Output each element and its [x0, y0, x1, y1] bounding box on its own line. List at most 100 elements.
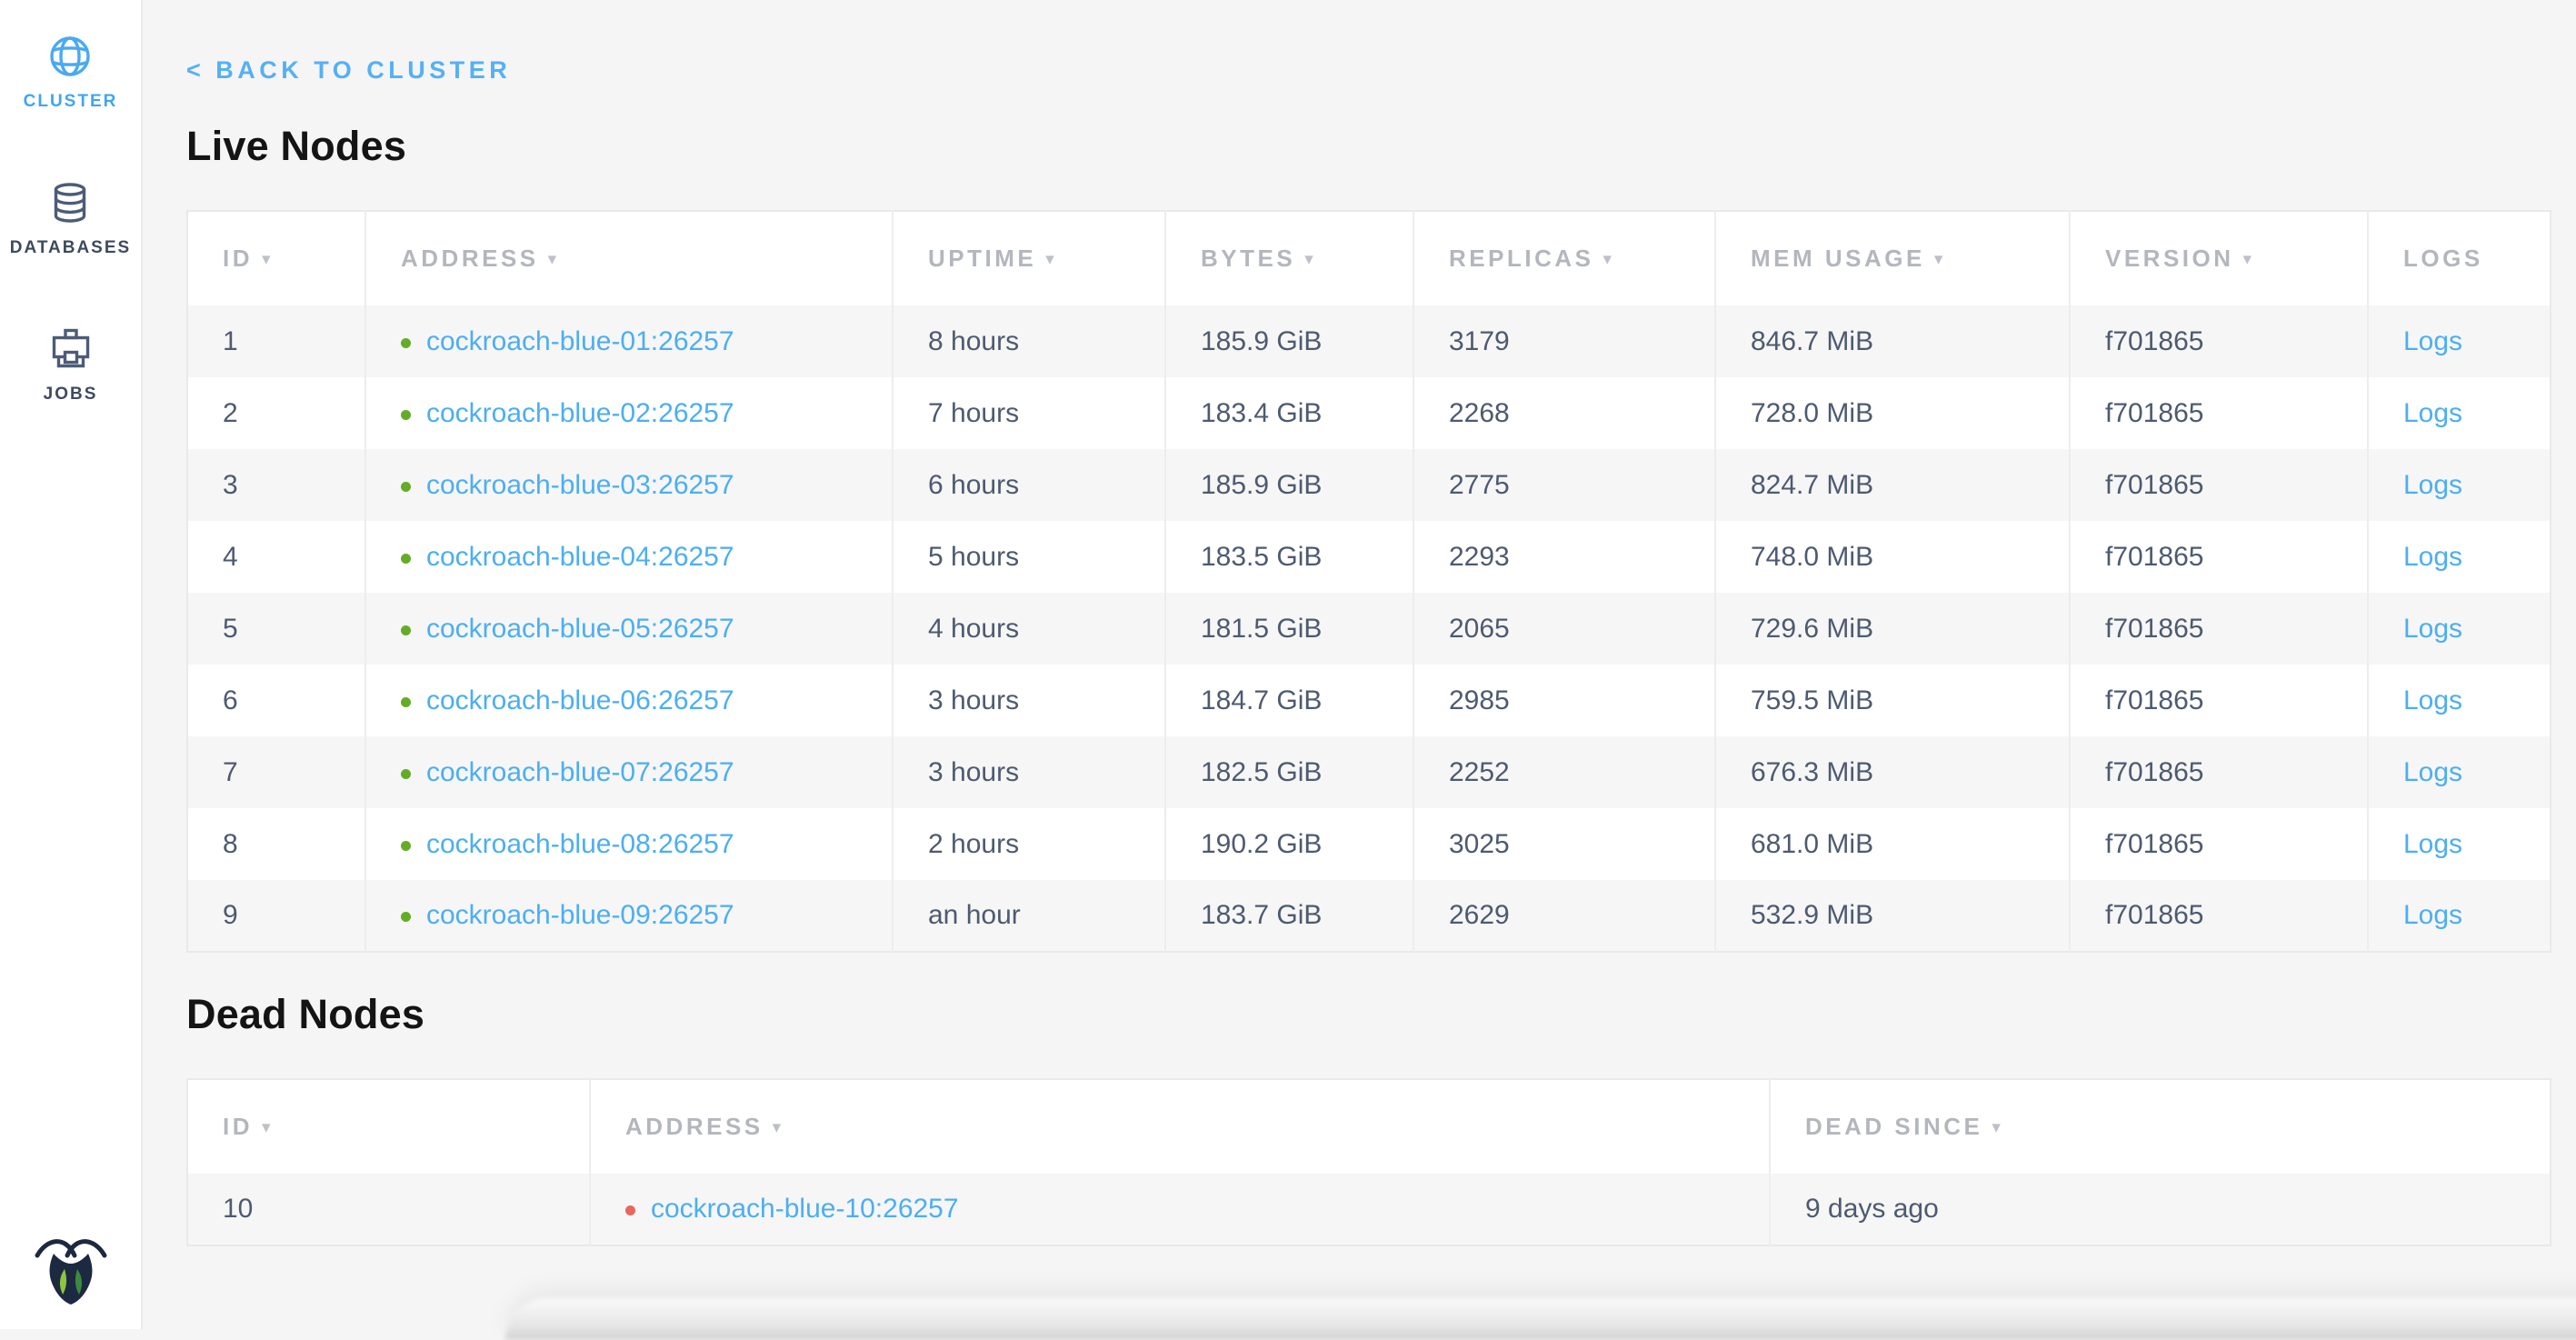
- node-logs-cell: Logs: [2368, 593, 2551, 665]
- node-address-link[interactable]: cockroach-blue-08:26257: [426, 829, 734, 859]
- column-header-replicas[interactable]: REPLICAS▾: [1413, 211, 1715, 305]
- live-nodes-table: ID▾ADDRESS▾UPTIME▾BYTES▾REPLICAS▾MEM USA…: [186, 210, 2551, 953]
- node-address-cell: cockroach-blue-04:26257: [365, 521, 893, 593]
- sidebar-item-label: CLUSTER: [24, 92, 118, 112]
- node-address-link[interactable]: cockroach-blue-10:26257: [651, 1194, 959, 1224]
- node-mem-usage-cell: 728.0 MiB: [1715, 377, 2070, 449]
- node-replicas-cell: 3179: [1413, 305, 1715, 377]
- live-node-row: 7 cockroach-blue-07:26257 3 hours182.5 GiB…: [187, 736, 2551, 808]
- node-version-cell: f701865: [2070, 665, 2368, 736]
- node-logs-cell: Logs: [2368, 521, 2551, 593]
- node-bytes-cell: 185.9 GiB: [1165, 305, 1413, 377]
- live-node-row: 3cockroach-blue-03:262576 hours185.9 GiB…: [187, 449, 2551, 521]
- sidebar-item-databases[interactable]: DATABASES: [10, 181, 131, 258]
- column-header-label: ADDRESS: [401, 245, 539, 272]
- main-content: < BACK TO CLUSTER Live Nodes ID ▾ ADDRESS ▾…: [143, 0, 2576, 1329]
- column-header-id[interactable]: ID▾: [187, 1079, 590, 1174]
- sort-arrow-icon: ▾: [2243, 250, 2255, 269]
- sidebar-item-label: DATABASES: [10, 238, 131, 258]
- node-address-link[interactable]: cockroach-blue-09:26257: [426, 900, 734, 930]
- column-header-bytes[interactable]: BYTES▾: [1165, 211, 1413, 305]
- live-status-dot: [401, 912, 411, 922]
- node-mem-usage-cell: 729.6 MiB: [1715, 593, 2070, 665]
- sidebar-item-cluster[interactable]: CLUSTER: [24, 35, 118, 112]
- column-header-label: ADDRESS: [625, 1113, 764, 1140]
- live-nodes-heading: Live Nodes: [186, 123, 2576, 170]
- node-address-cell: cockroach-blue-06:26257: [365, 665, 893, 736]
- logs-link[interactable]: Logs: [2403, 614, 2462, 644]
- node-address-link[interactable]: cockroach-blue-04:26257: [426, 542, 734, 572]
- live-status-dot: [401, 841, 411, 851]
- column-header-address[interactable]: ADDRESS▾: [590, 1079, 1770, 1174]
- node-replicas-cell: 2252: [1413, 736, 1715, 808]
- column-header-label: DEAD SINCE: [1805, 1113, 1982, 1140]
- column-header-version[interactable]: VERSION ▾: [2070, 211, 2368, 305]
- column-header-label: VERSION: [2105, 245, 2234, 272]
- sidebar-item-jobs[interactable]: JOBS: [44, 327, 98, 405]
- cockroachdb-logo[interactable]: [33, 1227, 109, 1307]
- node-version-cell: f701865: [2070, 593, 2368, 665]
- node-uptime-cell: 6 hours: [893, 449, 1165, 521]
- logs-link[interactable]: Logs: [2403, 757, 2462, 787]
- node-id-cell: 7: [187, 736, 365, 808]
- sort-arrow-icon: ▾: [1934, 250, 1946, 269]
- node-mem-usage-cell: 532.9 MiB: [1715, 880, 2070, 952]
- database-icon: [48, 181, 92, 225]
- logs-link[interactable]: Logs: [2403, 900, 2462, 930]
- node-address-link[interactable]: cockroach-blue-02:26257: [426, 398, 734, 428]
- node-replicas-cell: 3025: [1413, 808, 1715, 880]
- live-status-dot: [401, 554, 411, 564]
- dead-nodes-section: Dead Nodes ID▾ADDRESS▾ DEAD SINCE ▾ 10cock…: [186, 991, 2576, 1246]
- logs-link[interactable]: Logs: [2403, 829, 2462, 859]
- sidebar-nav: CLUSTER DATABASES: [0, 0, 141, 405]
- node-address-link[interactable]: cockroach-blue-03:26257: [426, 470, 734, 500]
- node-version-cell: f701865: [2070, 880, 2368, 952]
- live-node-row: 5cockroach-blue-05:262574 hours181.5 GiB…: [187, 593, 2551, 665]
- node-uptime-cell: 3 hours: [893, 736, 1165, 808]
- sort-arrow-icon: ▾: [1992, 1118, 2003, 1137]
- node-logs-cell: Logs: [2368, 305, 2551, 377]
- logs-link[interactable]: Logs: [2403, 542, 2462, 572]
- node-logs-cell: Logs: [2368, 808, 2551, 880]
- logs-link[interactable]: Logs: [2403, 398, 2462, 428]
- node-address-cell: cockroach-blue-03:26257: [365, 449, 893, 521]
- live-status-dot: [401, 625, 411, 635]
- column-header-address[interactable]: ADDRESS ▾: [365, 211, 893, 305]
- column-header-mem-usage[interactable]: MEM USAGE▾: [1715, 211, 2070, 305]
- node-address-link[interactable]: cockroach-blue-01:26257: [426, 326, 734, 356]
- sort-arrow-icon: ▾: [548, 250, 560, 269]
- sidebar-item-label: JOBS: [44, 385, 98, 405]
- sort-arrow-icon: ▾: [1603, 250, 1614, 269]
- node-uptime-cell: 5 hours: [893, 521, 1165, 593]
- node-address-cell: cockroach-blue-08:26257: [365, 808, 893, 880]
- node-bytes-cell: 184.7 GiB: [1165, 665, 1413, 736]
- logs-link[interactable]: Logs: [2403, 326, 2462, 356]
- sort-arrow-icon: ▾: [262, 250, 274, 269]
- column-header-uptime[interactable]: UPTIME▾: [893, 211, 1165, 305]
- logs-link[interactable]: Logs: [2403, 470, 2462, 500]
- column-header-label: ID: [223, 245, 253, 272]
- node-uptime-cell: 4 hours: [893, 593, 1165, 665]
- dead-nodes-heading: Dead Nodes: [186, 991, 2576, 1038]
- dead-node-row: 10cockroach-blue-10:262579 days ago: [187, 1174, 2551, 1245]
- live-node-row: 6 cockroach-blue-06:26257 3 hours184.7 GiB…: [187, 665, 2551, 736]
- column-header-id[interactable]: ID ▾: [187, 211, 365, 305]
- node-logs-cell: Logs: [2368, 665, 2551, 736]
- live-status-dot: [401, 697, 411, 707]
- back-to-cluster-link[interactable]: < BACK TO CLUSTER: [186, 56, 511, 85]
- node-address-link[interactable]: cockroach-blue-06:26257: [426, 685, 734, 715]
- node-address-link[interactable]: cockroach-blue-07:26257: [426, 757, 734, 787]
- node-bytes-cell: 182.5 GiB: [1165, 736, 1413, 808]
- live-status-dot: [401, 338, 411, 348]
- node-mem-usage-cell: 676.3 MiB: [1715, 736, 2070, 808]
- column-header-label: BYTES: [1201, 245, 1295, 272]
- node-uptime-cell: 3 hours: [893, 665, 1165, 736]
- live-node-row: 4cockroach-blue-04:262575 hours183.5 GiB…: [187, 521, 2551, 593]
- logs-link[interactable]: Logs: [2403, 685, 2462, 715]
- node-logs-cell: Logs: [2368, 377, 2551, 449]
- node-address-link[interactable]: cockroach-blue-05:26257: [426, 614, 734, 644]
- column-header-dead-since[interactable]: DEAD SINCE ▾: [1770, 1079, 2551, 1174]
- node-uptime-cell: 8 hours: [893, 305, 1165, 377]
- node-id-cell: 6: [187, 665, 365, 736]
- node-mem-usage-cell: 824.7 MiB: [1715, 449, 2070, 521]
